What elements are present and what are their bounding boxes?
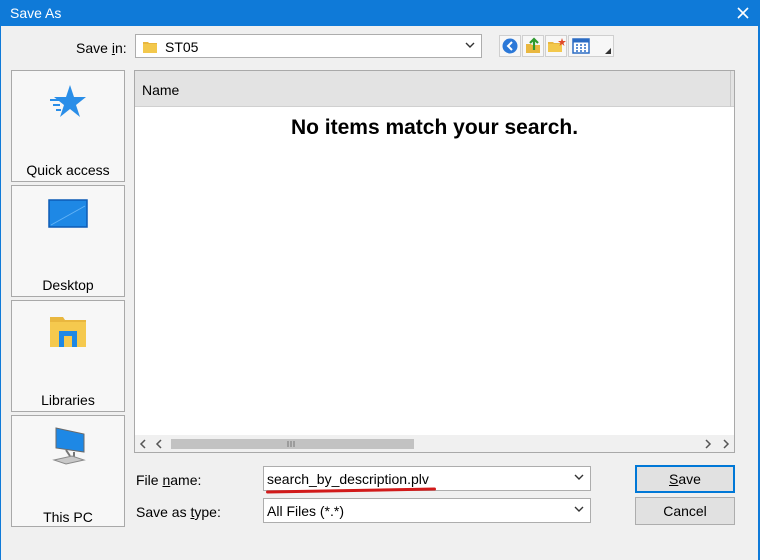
scroll-left-icon[interactable] [139, 439, 147, 449]
star-icon [50, 85, 86, 117]
place-label: This PC [43, 509, 93, 525]
file-name-label: File name: [136, 472, 202, 488]
computer-icon [52, 427, 86, 465]
column-header-name[interactable]: Name [135, 71, 734, 107]
save-in-label: Save in: [76, 40, 127, 56]
place-libraries[interactable]: Libraries [11, 300, 125, 412]
window-title: Save As [10, 5, 62, 21]
up-folder-icon [526, 37, 540, 53]
close-icon [737, 7, 749, 19]
back-button[interactable] [499, 35, 521, 57]
file-list[interactable]: Name No items match your search. [134, 70, 735, 453]
title-bar: Save As [0, 0, 760, 26]
folder-icon [143, 42, 157, 53]
up-folder-button[interactable] [522, 35, 544, 57]
scroll-right-icon[interactable] [704, 439, 712, 449]
close-button[interactable] [726, 0, 760, 26]
chevron-down-icon[interactable] [574, 474, 584, 481]
dialog-body: Save in: ST05 Quick access Desktop Libra… [1, 26, 758, 560]
desktop-icon [48, 199, 88, 228]
scrollbar-thumb[interactable] [171, 439, 414, 449]
dropdown-arrow-icon [605, 48, 611, 54]
place-this-pc[interactable]: This PC [11, 415, 125, 527]
libraries-icon [50, 317, 86, 347]
save-as-type-label: Save as type: [136, 504, 221, 520]
save-as-type-value: All Files (*.*) [267, 503, 345, 519]
place-desktop[interactable]: Desktop [11, 185, 125, 297]
horizontal-scrollbar[interactable] [135, 435, 734, 452]
place-label: Quick access [26, 162, 110, 178]
place-label: Desktop [42, 277, 94, 293]
save-in-combo[interactable]: ST05 [135, 34, 482, 58]
view-menu-button[interactable] [568, 35, 614, 57]
save-button[interactable]: Save [635, 465, 735, 493]
details-view-icon [572, 38, 590, 54]
file-name-value: search_by_description.plv [267, 471, 429, 487]
places-bar: Quick access Desktop Libraries This PC [11, 70, 125, 540]
save-as-type-select[interactable]: All Files (*.*) [263, 498, 591, 523]
new-folder-icon [548, 38, 566, 52]
grip-icon [287, 441, 295, 447]
scroll-left-icon[interactable] [155, 439, 163, 449]
save-in-value: ST05 [165, 39, 199, 55]
chevron-down-icon [465, 42, 475, 48]
back-arrow-icon [502, 38, 518, 54]
scroll-right-icon[interactable] [722, 439, 730, 449]
place-quick-access[interactable]: Quick access [11, 70, 125, 182]
chevron-down-icon [574, 506, 584, 512]
column-divider[interactable] [730, 71, 731, 107]
place-label: Libraries [41, 392, 95, 408]
new-folder-button[interactable] [545, 35, 567, 57]
empty-message: No items match your search. [290, 116, 579, 139]
column-header-label: Name [142, 82, 180, 98]
cancel-button[interactable]: Cancel [635, 497, 735, 525]
